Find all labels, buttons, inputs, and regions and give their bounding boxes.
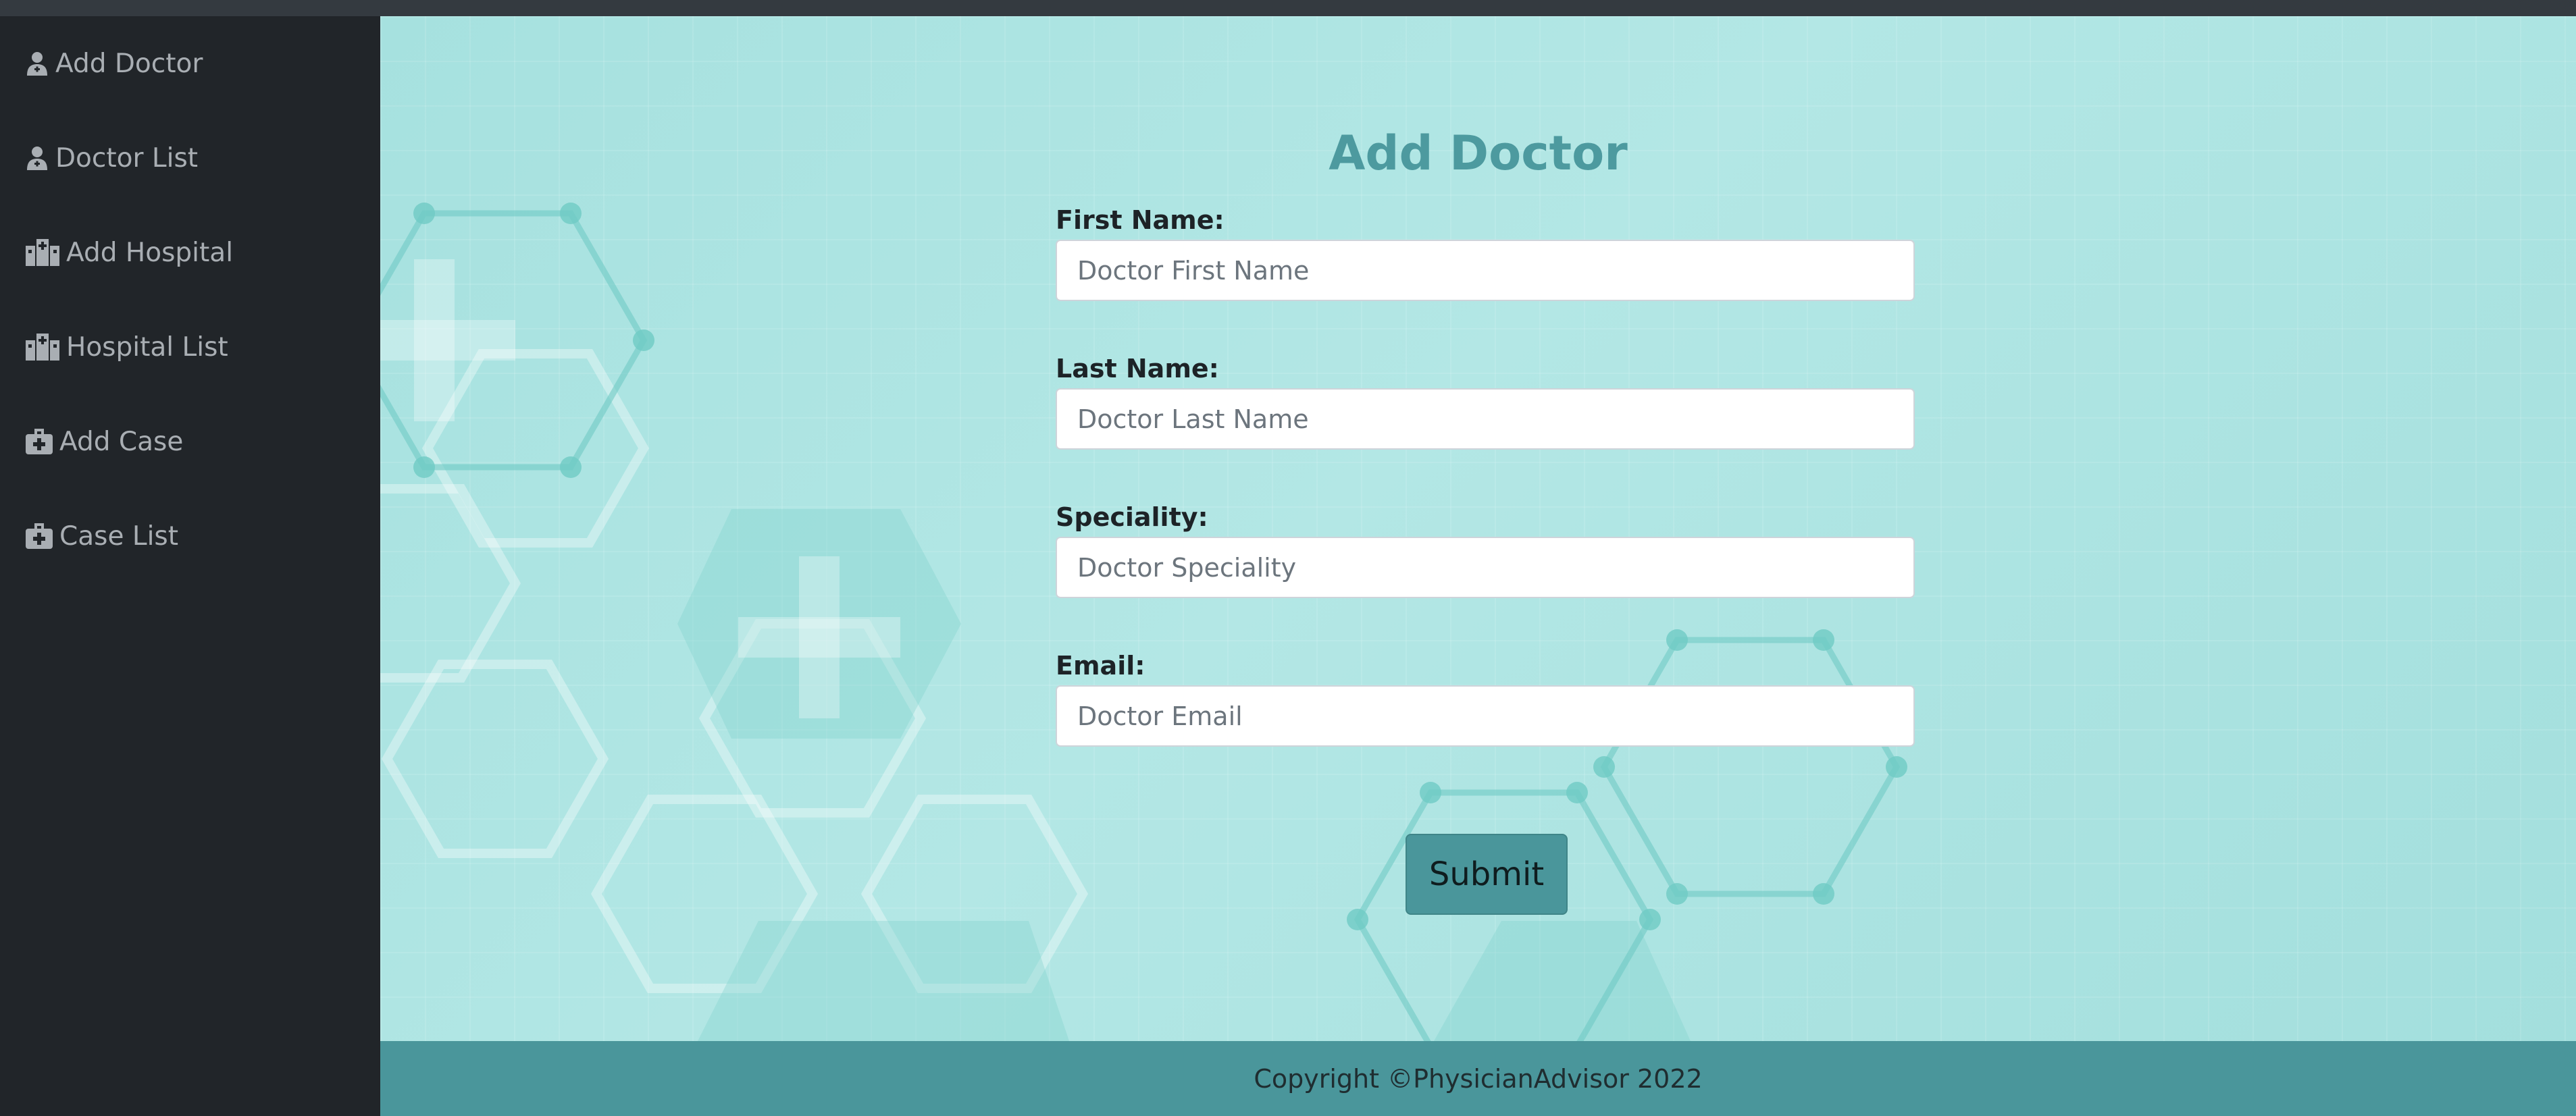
sidebar-item-label: Case List [59, 521, 179, 552]
top-bar [0, 0, 2576, 16]
first-name-input[interactable] [1056, 240, 1915, 301]
sidebar-item-label: Doctor List [55, 142, 199, 174]
hospital-icon [26, 239, 59, 266]
last-name-input[interactable] [1056, 388, 1915, 450]
sidebar-item-label: Add Case [59, 426, 184, 457]
main-content: Add Doctor First Name: Last Name: Specia… [380, 16, 2576, 1041]
speciality-input[interactable] [1056, 537, 1915, 598]
copyright-text: Copyright ©PhysicianAdvisor 2022 [1254, 1063, 1703, 1094]
doctor-icon [27, 147, 47, 170]
sidebar-item-add-hospital[interactable]: Add Hospital [26, 225, 233, 280]
last-name-label: Last Name: [1056, 354, 1219, 383]
sidebar-item-label: Hospital List [66, 331, 228, 363]
email-label: Email: [1056, 651, 1145, 681]
doctor-icon [27, 52, 47, 76]
sidebar-item-case-list[interactable]: Case List [26, 509, 178, 563]
submit-button[interactable]: Submit [1406, 834, 1568, 915]
medical-kit-icon [26, 523, 53, 549]
hospital-icon [26, 334, 59, 361]
sidebar: Add Doctor Doctor List Add Hospital Hosp… [0, 16, 380, 1116]
sidebar-item-add-case[interactable]: Add Case [26, 415, 183, 469]
sidebar-item-hospital-list[interactable]: Hospital List [26, 320, 228, 374]
sidebar-item-label: Add Doctor [55, 48, 203, 79]
sidebar-item-doctor-list[interactable]: Doctor List [26, 131, 198, 185]
sidebar-item-add-doctor[interactable]: Add Doctor [26, 36, 203, 90]
email-input[interactable] [1056, 685, 1915, 747]
medical-kit-icon [26, 429, 53, 454]
footer: Copyright ©PhysicianAdvisor 2022 [380, 1041, 2576, 1116]
page-title: Add Doctor [1329, 126, 1628, 181]
speciality-label: Speciality: [1056, 502, 1208, 532]
first-name-label: First Name: [1056, 205, 1225, 235]
sidebar-item-label: Add Hospital [66, 237, 234, 268]
